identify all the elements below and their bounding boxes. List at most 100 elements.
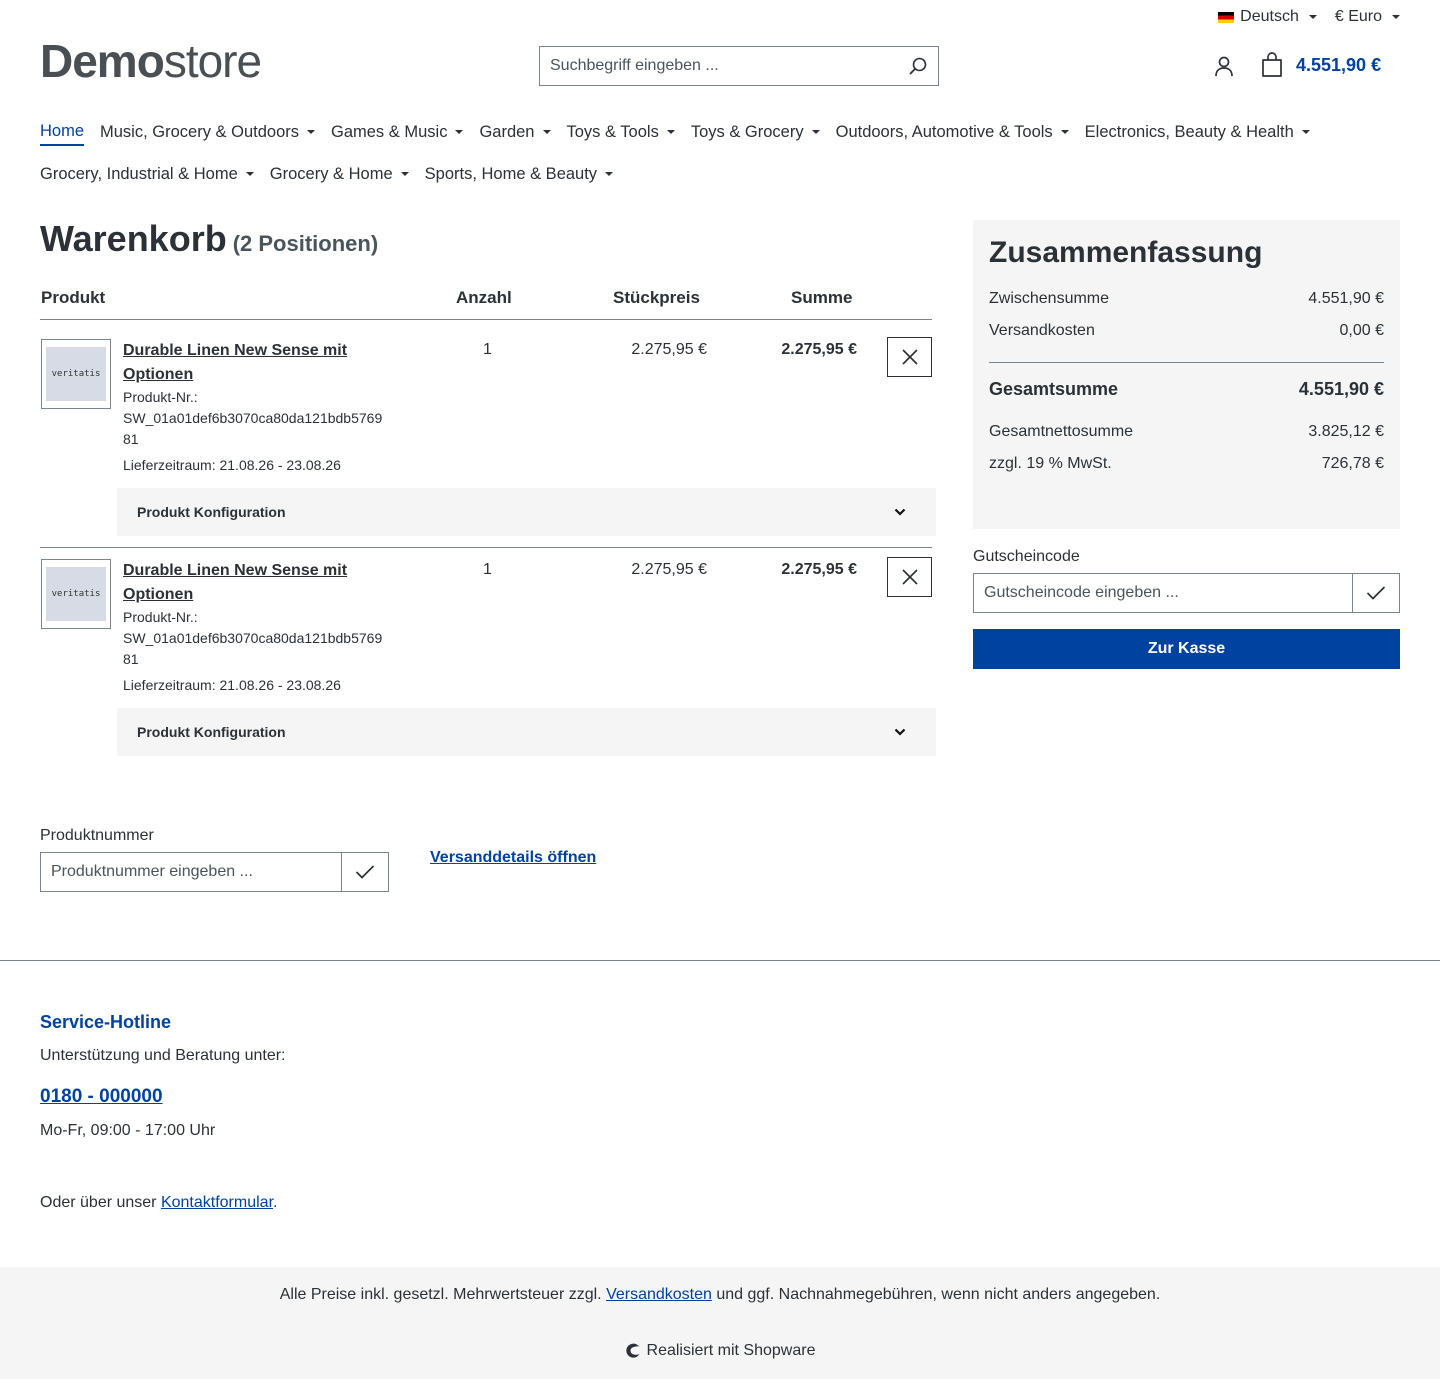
delivery-period: Lieferzeitraum: 21.08.26 - 23.08.26 (123, 457, 341, 473)
delivery-period: Lieferzeitraum: 21.08.26 - 23.08.26 (123, 677, 341, 693)
total-row: Gesamtsumme 4.551,90 € (989, 379, 1384, 423)
vat-suffix: und ggf. Nachnahmegebühren, wenn nicht a… (711, 1286, 1161, 1303)
product-name-link[interactable]: Durable Linen New Sense mit Optionen (123, 559, 363, 607)
tax-value: 726,78 € (1321, 455, 1384, 472)
config-label: Produkt Konfiguration (137, 504, 286, 520)
product-number-form (40, 852, 389, 892)
nav-item[interactable]: Sports, Home & Beauty (424, 162, 614, 186)
config-label: Produkt Konfiguration (137, 724, 286, 740)
voucher-submit-button[interactable] (1352, 574, 1399, 612)
logo-bold: Demo (40, 35, 165, 87)
caret-down-icon (1392, 15, 1400, 19)
row-divider (40, 547, 932, 548)
remove-item-button[interactable] (887, 557, 932, 597)
nav-item[interactable]: Toys & Grocery (691, 120, 820, 144)
nav-item[interactable]: Electronics, Beauty & Health (1085, 120, 1310, 144)
search-icon (909, 57, 927, 75)
shipping-details-link[interactable]: Versanddetails öffnen (430, 849, 596, 867)
summary-title: Zusammenfassung (989, 236, 1263, 269)
caret-down-icon (811, 130, 820, 134)
nav-label: Garden (479, 122, 535, 141)
product-number-submit-button[interactable] (341, 853, 388, 891)
header-unit-price: Stückpreis (613, 288, 700, 307)
search-button[interactable] (898, 47, 938, 85)
checkmark-icon (355, 865, 375, 879)
contact-form-link[interactable]: Kontaktformular (161, 1194, 273, 1211)
caret-down-icon (542, 130, 551, 134)
remove-item-button[interactable] (887, 337, 932, 377)
caret-down-icon (455, 130, 464, 134)
subtotal-row: Zwischensumme 4.551,90 € (989, 290, 1384, 322)
product-name-link[interactable]: Durable Linen New Sense mit Optionen (123, 339, 363, 387)
shipping-costs-link[interactable]: Versandkosten (606, 1286, 712, 1303)
subtotal-label: Zwischensumme (989, 290, 1110, 307)
contact-suffix: . (273, 1194, 278, 1211)
chevron-down-icon (894, 728, 906, 736)
chevron-down-icon (894, 508, 906, 516)
nav-label: Electronics, Beauty & Health (1084, 122, 1294, 141)
search-box (539, 46, 939, 86)
close-icon (901, 569, 918, 585)
hotline-subtitle: Unterstützung und Beratung unter: (40, 1047, 286, 1064)
voucher-form (973, 573, 1400, 613)
summary-divider (989, 362, 1384, 363)
nav-item[interactable]: Music, Grocery & Outdoors (100, 120, 315, 144)
nav-label: Games & Music (331, 122, 448, 141)
nav-item[interactable]: Games & Music (331, 120, 464, 144)
user-icon (1215, 56, 1233, 77)
powered-by-text: Realisiert mit Shopware (646, 1342, 816, 1359)
cart-button[interactable]: 4.551,90 € (1260, 52, 1381, 78)
shipping-row: Versandkosten 0,00 € (989, 322, 1384, 354)
search-input[interactable] (540, 47, 898, 85)
account-button[interactable] (1212, 54, 1236, 83)
powered-by[interactable]: Realisiert mit Shopware (0, 1342, 1440, 1360)
nav-label: Grocery, Industrial & Home (40, 164, 238, 183)
checkout-button[interactable]: Zur Kasse (973, 629, 1400, 669)
product-number-value: SW_01a01def6b3070ca80da121bdb576981 (123, 630, 383, 667)
caret-down-icon (666, 130, 675, 134)
item-sum: 2.275,95 € (781, 341, 857, 358)
product-number-label: Produkt-Nr.: (123, 389, 198, 405)
nav-label: Grocery & Home (269, 164, 393, 183)
item-quantity: 1 (483, 341, 492, 358)
shipping-label: Versandkosten (989, 322, 1095, 339)
item-unit-price: 2.275,95 € (631, 341, 707, 358)
nav-label: Toys & Grocery (690, 122, 804, 141)
caret-down-icon (1308, 15, 1317, 19)
net-total-value: 3.825,12 € (1308, 423, 1384, 440)
caret-down-icon (1060, 130, 1069, 134)
hotline-phone-link[interactable]: 0180 - 000000 (40, 1086, 163, 1108)
net-total-label: Gesamtnettosumme (989, 423, 1134, 440)
product-number-value: SW_01a01def6b3070ca80da121bdb576981 (123, 410, 383, 447)
language-dropdown[interactable]: Deutsch (1218, 8, 1317, 26)
vat-notice: Alle Preise inkl. gesetzl. Mehrwertsteue… (0, 1286, 1440, 1304)
product-thumbnail[interactable]: veritatis (41, 559, 111, 629)
header-product: Produkt (41, 288, 106, 307)
nav-item[interactable]: Grocery, Industrial & Home (40, 162, 254, 186)
product-configuration-toggle[interactable]: Produkt Konfiguration (117, 708, 936, 756)
currency-label: € Euro (1334, 8, 1382, 25)
header-sum: Summe (791, 288, 853, 307)
checkmark-icon (1366, 586, 1386, 600)
main-navigation: Home Music, Grocery & Outdoors Games & M… (40, 120, 1400, 186)
vat-prefix: Alle Preise inkl. gesetzl. Mehrwertsteue… (279, 1286, 607, 1303)
tax-row: zzgl. 19 % MwSt. 726,78 € (989, 455, 1384, 487)
cart-total: 4.551,90 € (1296, 54, 1382, 75)
product-configuration-toggle[interactable]: Produkt Konfiguration (117, 488, 936, 536)
total-label: Gesamtsumme (989, 379, 1119, 399)
store-logo[interactable]: Demostore (40, 35, 262, 87)
nav-item-home[interactable]: Home (40, 120, 85, 146)
nav-item[interactable]: Toys & Tools (567, 120, 675, 144)
nav-item[interactable]: Grocery & Home (270, 162, 409, 186)
nav-label: Sports, Home & Beauty (424, 164, 598, 183)
caret-down-icon (307, 130, 315, 134)
shopware-logo-icon (625, 1343, 640, 1358)
voucher-input[interactable] (974, 574, 1352, 612)
product-number-input[interactable] (41, 853, 341, 891)
thumbnail-text: veritatis (46, 567, 106, 621)
product-thumbnail[interactable]: veritatis (41, 339, 111, 409)
voucher-label: Gutscheincode (973, 548, 1080, 565)
currency-dropdown[interactable]: € Euro (1335, 8, 1400, 26)
nav-item[interactable]: Garden (479, 120, 551, 144)
nav-item[interactable]: Outdoors, Automotive & Tools (836, 120, 1069, 144)
